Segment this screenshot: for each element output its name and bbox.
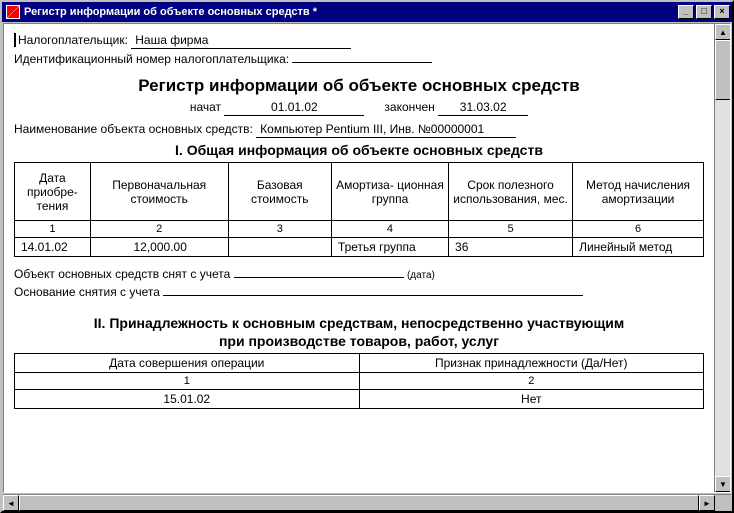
app-window: Регистр информации об объекте основных с… <box>0 0 734 513</box>
t2-h1: Дата совершения операции <box>15 354 360 373</box>
document-title: Регистр информации об объекте основных с… <box>14 76 704 96</box>
scroll-down-button[interactable]: ▼ <box>715 476 731 492</box>
scroll-thumb-vertical[interactable] <box>715 40 731 100</box>
t1-n5: 5 <box>449 221 573 238</box>
scroll-right-button[interactable]: ► <box>699 495 715 511</box>
t1-c6[interactable]: Линейный метод <box>573 238 704 257</box>
window-title: Регистр информации об объекте основных с… <box>24 6 678 18</box>
tin-value[interactable] <box>292 61 432 63</box>
t1-n4: 4 <box>331 221 448 238</box>
t2-n1: 1 <box>15 373 360 390</box>
t1-c3[interactable] <box>228 238 331 257</box>
scroll-corner <box>715 495 731 511</box>
t1-c5[interactable]: 36 <box>449 238 573 257</box>
scroll-thumb-horizontal[interactable] <box>19 495 699 511</box>
t1-h3: Базовая стоимость <box>228 163 331 221</box>
arrow-right-icon: ► <box>703 499 711 508</box>
t1-h4: Амортиза- ционная группа <box>331 163 448 221</box>
basis-label: Основание снятия с учета <box>14 285 160 299</box>
close-button[interactable]: × <box>714 5 730 19</box>
t2-h2: Признак принадлежности (Да/Нет) <box>359 354 704 373</box>
scroll-track-vertical[interactable] <box>715 100 730 476</box>
table-section1: Дата приобре- тения Первоначальная стоим… <box>14 162 704 257</box>
table-section2: Дата совершения операции Признак принадл… <box>14 353 704 409</box>
vertical-scrollbar[interactable]: ▲ ▼ <box>714 24 730 492</box>
maximize-button[interactable]: □ <box>696 5 712 19</box>
removal-label: Объект основных средств снят с учета <box>14 267 230 281</box>
t1-c4[interactable]: Третья группа <box>331 238 448 257</box>
t1-n3: 3 <box>228 221 331 238</box>
t1-h5: Срок полезного использования, мес. <box>449 163 573 221</box>
section1-title: I. Общая информация об объекте основных … <box>14 142 704 158</box>
t1-h6: Метод начисления амортизации <box>573 163 704 221</box>
document-content: Налогоплательщик: Наша фирма Идентификац… <box>4 24 714 492</box>
t2-c1[interactable]: 15.01.02 <box>15 390 360 409</box>
taxpayer-label: Налогоплательщик: <box>14 33 128 47</box>
t2-n2: 2 <box>359 373 704 390</box>
object-value[interactable]: Компьютер Pentium III, Инв. №00000001 <box>256 122 516 138</box>
basis-value[interactable] <box>163 295 583 296</box>
titlebar: Регистр информации об объекте основных с… <box>2 2 732 22</box>
removal-date[interactable] <box>234 277 404 278</box>
arrow-left-icon: ◄ <box>7 499 15 508</box>
t1-c2[interactable]: 12,000.00 <box>90 238 228 257</box>
finished-label: закончен <box>384 100 434 114</box>
t1-c1[interactable]: 14.01.02 <box>15 238 91 257</box>
horizontal-scrollbar[interactable]: ◄ ► <box>3 495 715 510</box>
t1-n6: 6 <box>573 221 704 238</box>
scroll-left-button[interactable]: ◄ <box>3 495 19 511</box>
t1-h2: Первоначальная стоимость <box>90 163 228 221</box>
section2-title-l1: II. Принадлежность к основным средствам,… <box>14 315 704 331</box>
finished-value[interactable]: 31.03.02 <box>438 100 528 116</box>
started-label: начат <box>190 100 221 114</box>
t2-c2[interactable]: Нет <box>359 390 704 409</box>
minimize-button[interactable]: _ <box>678 5 694 19</box>
t1-n1: 1 <box>15 221 91 238</box>
taxpayer-value[interactable]: Наша фирма <box>131 33 351 49</box>
t1-h1: Дата приобре- тения <box>15 163 91 221</box>
app-icon <box>6 5 20 19</box>
tin-label: Идентификационный номер налогоплательщик… <box>14 52 289 66</box>
section2-title-l2: при производстве товаров, работ, услуг <box>14 333 704 349</box>
arrow-up-icon: ▲ <box>719 28 727 37</box>
arrow-down-icon: ▼ <box>719 480 727 489</box>
started-value[interactable]: 01.01.02 <box>224 100 364 116</box>
scroll-up-button[interactable]: ▲ <box>715 24 731 40</box>
removal-date-hint: (дата) <box>407 270 435 281</box>
object-label: Наименование объекта основных средств: <box>14 122 253 136</box>
t1-n2: 2 <box>90 221 228 238</box>
